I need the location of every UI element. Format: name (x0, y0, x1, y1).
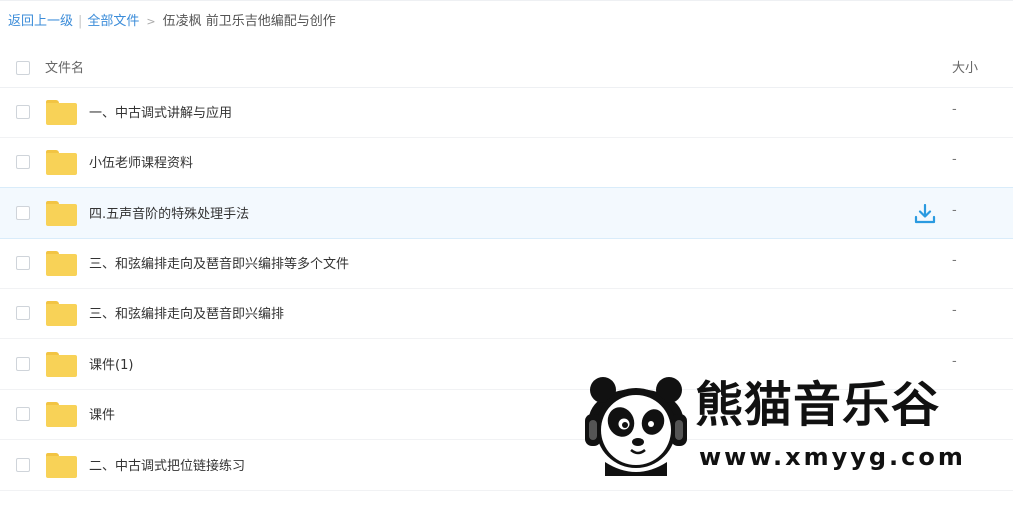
row-checkbox[interactable] (16, 206, 30, 220)
file-size: - (952, 354, 957, 369)
file-row-hovered[interactable]: 四.五声音阶的特殊处理手法 - (0, 187, 1013, 239)
folder-icon (46, 301, 77, 326)
watermark-title: 熊猫音乐谷 (695, 377, 941, 433)
watermark-url: www.xmyyg.com (699, 443, 966, 471)
file-row[interactable]: 小伍老师课程资料 - (0, 137, 1013, 188)
folder-icon (46, 100, 77, 125)
watermark: 熊猫音乐谷 www.xmyyg.com (583, 370, 988, 482)
panda-logo (585, 377, 687, 476)
folder-icon (46, 201, 77, 226)
file-size: - (952, 152, 957, 167)
folder-icon (46, 453, 77, 478)
file-size: - (952, 253, 957, 268)
row-checkbox[interactable] (16, 105, 30, 119)
row-checkbox[interactable] (16, 458, 30, 472)
file-row[interactable]: 三、和弦编排走向及琶音即兴编排 - (0, 288, 1013, 339)
file-size: - (952, 102, 957, 117)
file-size: - (952, 303, 957, 318)
file-name-link[interactable]: 三、和弦编排走向及琶音即兴编排等多个文件 (89, 253, 349, 272)
file-row[interactable]: 一、中古调式讲解与应用 - (0, 87, 1013, 138)
top-divider (0, 0, 1013, 1)
file-list-header: 文件名 大小 (0, 45, 1013, 88)
breadcrumb: 返回上一级 | 全部文件 > 伍凌枫 前卫乐吉他编配与创作 (8, 12, 336, 32)
breadcrumb-separator: | (78, 14, 83, 29)
file-name-link[interactable]: 三、和弦编排走向及琶音即兴编排 (89, 303, 284, 322)
file-name-link[interactable]: 四.五声音阶的特殊处理手法 (89, 203, 249, 222)
folder-icon (46, 251, 77, 276)
row-checkbox[interactable] (16, 407, 30, 421)
current-folder-label: 伍凌枫 前卫乐吉他编配与创作 (162, 14, 336, 29)
download-icon[interactable] (914, 204, 936, 224)
file-name-link[interactable]: 课件 (89, 404, 115, 423)
file-name-link[interactable]: 二、中古调式把位链接练习 (89, 455, 245, 474)
column-header-filename[interactable]: 文件名 (45, 57, 84, 76)
row-checkbox[interactable] (16, 256, 30, 270)
row-checkbox[interactable] (16, 306, 30, 320)
breadcrumb-arrow: > (146, 15, 156, 28)
folder-icon (46, 402, 77, 427)
file-size: - (952, 203, 957, 218)
select-all-checkbox[interactable] (16, 61, 30, 75)
folder-icon (46, 352, 77, 377)
file-name-link[interactable]: 小伍老师课程资料 (89, 152, 193, 171)
column-header-size[interactable]: 大小 (952, 57, 978, 76)
folder-icon (46, 150, 77, 175)
row-checkbox[interactable] (16, 155, 30, 169)
file-row[interactable]: 三、和弦编排走向及琶音即兴编排等多个文件 - (0, 238, 1013, 289)
file-name-link[interactable]: 一、中古调式讲解与应用 (89, 102, 232, 121)
back-link[interactable]: 返回上一级 (8, 14, 73, 29)
file-name-link[interactable]: 课件(1) (89, 354, 133, 373)
all-files-link[interactable]: 全部文件 (87, 14, 139, 29)
row-checkbox[interactable] (16, 357, 30, 371)
